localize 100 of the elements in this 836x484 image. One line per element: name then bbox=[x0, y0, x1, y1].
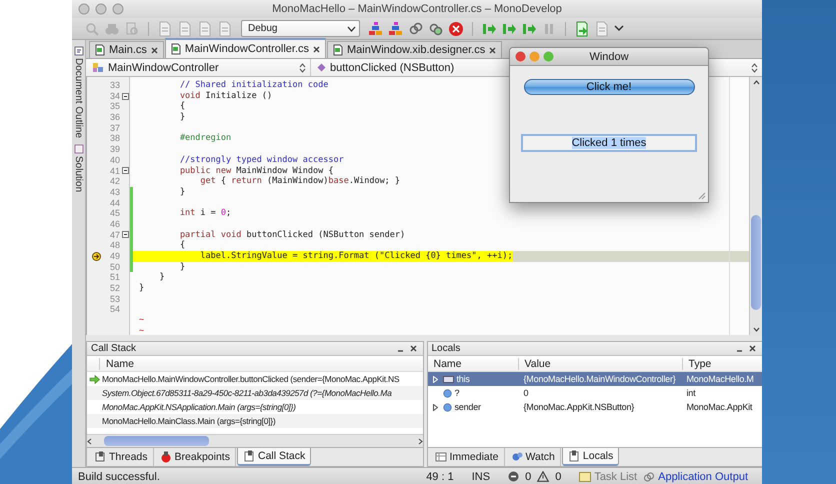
window-controls-icon[interactable] bbox=[515, 51, 555, 62]
error-count: 0 bbox=[525, 470, 532, 482]
line-number: 40 bbox=[108, 154, 121, 166]
chevron-down-icon bbox=[347, 26, 356, 32]
line-number: 36 bbox=[108, 112, 121, 123]
click-button[interactable]: Click me! bbox=[524, 79, 694, 95]
application-output-link[interactable]: Application Output bbox=[643, 470, 748, 482]
pad-tab[interactable]: Watch bbox=[506, 448, 561, 466]
chevron-left-icon[interactable] bbox=[87, 438, 92, 444]
window-controls-icon[interactable] bbox=[78, 3, 124, 15]
up-down-chevron-icon bbox=[751, 62, 758, 72]
fold-toggle-icon[interactable] bbox=[122, 231, 129, 238]
locals-row[interactable]: ? 0 int bbox=[428, 386, 762, 400]
scrollbar-thumb[interactable] bbox=[751, 215, 761, 310]
pad-tab[interactable]: Locals bbox=[562, 448, 620, 466]
pad-tab[interactable]: Immediate bbox=[430, 448, 505, 466]
configuration-dropdown[interactable]: Debug bbox=[241, 20, 360, 37]
line-number: 44 bbox=[108, 198, 121, 208]
line-number: 48 bbox=[108, 240, 121, 251]
empty-line-marker: ~ bbox=[139, 315, 144, 326]
pad-tab[interactable]: Call Stack bbox=[236, 448, 312, 466]
close-icon[interactable] bbox=[410, 345, 416, 352]
line-number: 47 bbox=[108, 230, 121, 240]
expander-triangle-icon[interactable] bbox=[433, 404, 438, 410]
line-number: 34 bbox=[108, 90, 121, 102]
code-line: public new MainWindow Window { bbox=[178, 166, 334, 176]
code-line: } bbox=[178, 262, 186, 272]
line-number: 45 bbox=[108, 208, 121, 219]
code-line: int i = 0; bbox=[178, 208, 232, 218]
close-icon[interactable] bbox=[313, 46, 320, 52]
locals-row[interactable]: sender {MonoMac.AppKit.NSButton} MonoMac.AppKit bbox=[428, 400, 762, 414]
rectangle-icon bbox=[442, 374, 454, 384]
class-dropdown[interactable]: MainWindowController bbox=[86, 59, 311, 76]
close-icon[interactable] bbox=[749, 345, 756, 352]
error-icon bbox=[508, 471, 520, 482]
variable-name: ? bbox=[454, 388, 460, 398]
document-tab[interactable]: MainWindow.xib.designer.cs bbox=[327, 41, 502, 58]
panel-icon bbox=[94, 451, 106, 463]
code-line: } bbox=[158, 272, 165, 282]
stop-icon[interactable] bbox=[448, 20, 464, 36]
line-number: 41 bbox=[108, 166, 121, 176]
pad-tab[interactable]: Threads bbox=[89, 448, 154, 466]
variable-value: {MonoMac.AppKit.NSButton} bbox=[522, 402, 636, 412]
document-tab[interactable]: MainWindowController.cs bbox=[164, 38, 326, 58]
pad-tab[interactable]: Breakpoints bbox=[154, 448, 236, 466]
vertical-scrollbar[interactable] bbox=[749, 77, 762, 335]
chevron-down-icon[interactable] bbox=[752, 327, 760, 332]
fold-toggle-icon[interactable] bbox=[122, 167, 129, 174]
empty-line-marker: ~ bbox=[139, 326, 144, 335]
document-tab[interactable]: Main.cs bbox=[89, 41, 164, 58]
locals-row[interactable]: this {MonoMacHello.MainWindowController} MonoMacHello.M bbox=[428, 372, 762, 386]
code-line: #endregion bbox=[178, 133, 232, 144]
line-number: 43 bbox=[108, 186, 121, 198]
bricks-icon[interactable] bbox=[388, 20, 404, 36]
code-line: { bbox=[178, 101, 186, 112]
code-line: } bbox=[178, 112, 186, 122]
scrollbar-thumb[interactable] bbox=[104, 436, 209, 446]
side-tab[interactable]: Document Outline bbox=[73, 46, 84, 138]
column-header: Name bbox=[432, 358, 463, 370]
chain-link-icon[interactable] bbox=[408, 20, 424, 36]
stack-frame[interactable]: MonoMac.AppKit.NSApplication.Main (args={string[0]}) bbox=[102, 402, 296, 412]
panel-icon bbox=[74, 144, 84, 154]
close-icon[interactable] bbox=[150, 46, 158, 54]
grid-icon bbox=[434, 451, 446, 463]
close-icon[interactable] bbox=[489, 46, 496, 54]
code-line: //strongly typed window accessor bbox=[178, 154, 344, 165]
code-file-icon bbox=[170, 43, 181, 55]
side-tab[interactable]: Solution bbox=[73, 144, 84, 192]
code-line: } bbox=[178, 186, 186, 197]
stack-frame[interactable]: MonoMacHello.MainWindowController.buttonClicked (sender={MonoMac.AppKit.NS bbox=[102, 374, 400, 384]
variable-name: sender bbox=[454, 402, 481, 412]
diamond-icon bbox=[317, 63, 326, 72]
cursor-position: 49 : 1 bbox=[426, 470, 454, 482]
up-down-chevron-icon bbox=[299, 62, 306, 72]
chevron-down-icon[interactable] bbox=[614, 25, 624, 32]
variable-value: 0 bbox=[522, 388, 530, 398]
fold-toggle-icon[interactable] bbox=[122, 92, 129, 100]
chevron-right-icon[interactable] bbox=[418, 438, 422, 444]
line-number: 38 bbox=[108, 133, 121, 144]
line-number: 35 bbox=[108, 101, 121, 112]
horizontal-scrollbar[interactable] bbox=[87, 434, 422, 447]
code-line: { bbox=[178, 240, 186, 250]
line-number: 39 bbox=[108, 144, 121, 155]
line-number: 50 bbox=[108, 262, 121, 272]
chain-link-icon bbox=[643, 470, 656, 482]
code-file-icon bbox=[333, 44, 344, 56]
warning-count: 0 bbox=[555, 470, 562, 482]
window-title: MonoMacHello – MainWindowController.cs – MonoDevelop bbox=[272, 3, 562, 15]
insert-mode: INS bbox=[472, 470, 490, 482]
code-line: // Shared initialization code bbox=[178, 80, 328, 90]
text-field[interactable]: Clicked 1 times bbox=[521, 134, 697, 152]
variable-name: this bbox=[456, 374, 470, 384]
bricks-icon[interactable] bbox=[368, 20, 384, 36]
resize-grip-icon[interactable] bbox=[697, 191, 706, 200]
line-number: 51 bbox=[108, 272, 121, 284]
line-number: 54 bbox=[108, 304, 121, 316]
column-header: Value bbox=[518, 358, 682, 370]
chevron-up-icon[interactable] bbox=[752, 80, 760, 85]
line-number: 52 bbox=[108, 283, 121, 294]
line-number: 37 bbox=[108, 122, 121, 134]
